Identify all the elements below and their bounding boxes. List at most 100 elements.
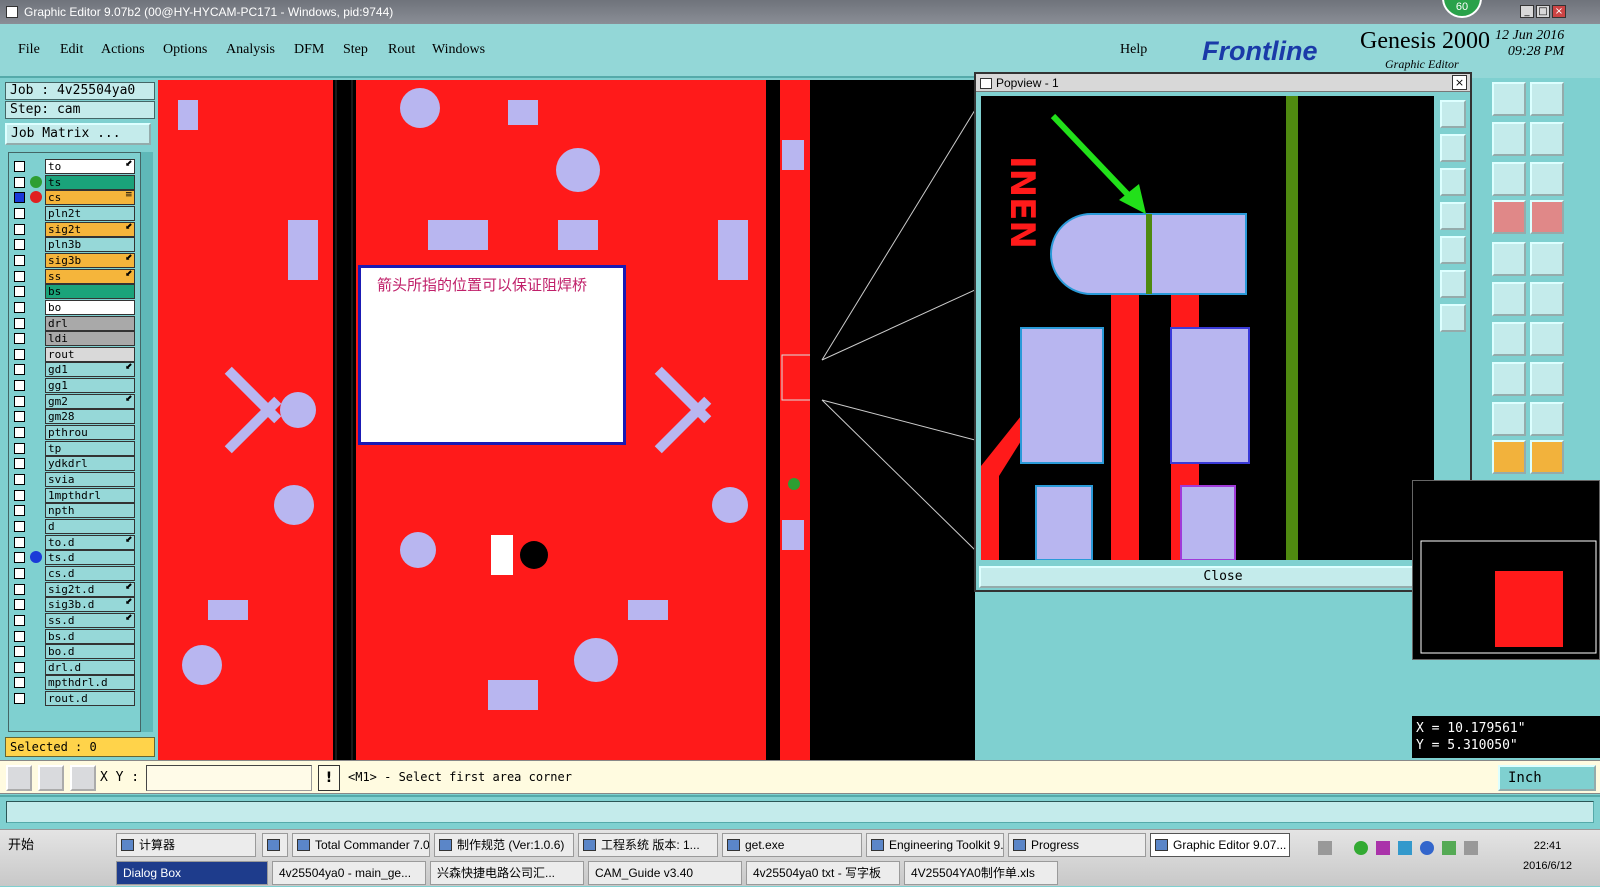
layer-row[interactable]: gd1 ⬋	[9, 362, 145, 378]
layer-row[interactable]: bo.d	[9, 644, 145, 660]
undo-icon[interactable]	[1492, 322, 1526, 356]
layer-row[interactable]: 1mpthdrl	[9, 487, 145, 503]
layer-name[interactable]: pln3b	[45, 237, 135, 253]
layer-name[interactable]: drl	[45, 315, 135, 331]
zoom-area-icon[interactable]	[6, 765, 32, 791]
layer-row[interactable]: sig2t ⬋	[9, 221, 145, 237]
layer-name[interactable]: ldi	[45, 331, 135, 347]
layer-checkbox[interactable]	[14, 552, 25, 564]
layer-name[interactable]: bo	[45, 299, 135, 315]
menu-file[interactable]: File	[18, 42, 40, 58]
popview-zoom-in-icon[interactable]	[1440, 134, 1466, 162]
layer-row[interactable]: cs.d	[9, 565, 145, 581]
line-add-icon[interactable]	[1492, 282, 1526, 316]
tray-volume-icon[interactable]	[1464, 841, 1478, 855]
popview-zoom-out-icon[interactable]	[1440, 168, 1466, 196]
popview-close-icon[interactable]: ×	[1452, 75, 1467, 90]
layer-name[interactable]: pthrou	[45, 425, 135, 441]
popview-zoom-window-icon[interactable]	[1440, 270, 1466, 298]
layer-name[interactable]: ts.d	[45, 550, 135, 566]
start-button[interactable]: 开始	[0, 834, 60, 858]
layer-checkbox[interactable]	[14, 614, 25, 626]
task-engineering-toolkit[interactable]: Engineering Toolkit 9....	[866, 833, 1004, 857]
task-graphic-editor[interactable]: Graphic Editor 9.07...	[1150, 833, 1290, 857]
layer-checkbox[interactable]	[14, 239, 25, 251]
layer-name[interactable]: cs.d	[45, 565, 135, 581]
layer-name[interactable]: bs	[45, 284, 135, 300]
scale-1to2-icon[interactable]	[1492, 162, 1526, 196]
job-matrix-button[interactable]: Job Matrix ...	[5, 123, 151, 145]
select-pointer-icon[interactable]	[1492, 440, 1526, 474]
layer-name[interactable]: bo.d	[45, 644, 135, 660]
help-question-icon[interactable]	[1530, 162, 1564, 196]
layer-name[interactable]: sig2t.d	[45, 581, 135, 597]
line-move-icon[interactable]	[1530, 282, 1564, 316]
layer-checkbox[interactable]	[14, 567, 25, 579]
menu-edit[interactable]: Edit	[60, 42, 83, 58]
menu-help[interactable]: Help	[1120, 42, 1147, 58]
tray-network-icon[interactable]	[1354, 841, 1368, 855]
layer-checkbox[interactable]	[14, 301, 25, 313]
arc-red-icon[interactable]	[1492, 402, 1526, 436]
layer-row[interactable]: ss ⬋	[9, 268, 145, 284]
layer-name[interactable]: ts	[45, 174, 135, 190]
layer-name[interactable]: to.d	[45, 534, 135, 550]
layer-row[interactable]: gm2 ⬋	[9, 393, 145, 409]
layer-row[interactable]: ts.d	[9, 550, 145, 566]
popview-window[interactable]: Popview - 1 × INEN Close	[974, 72, 1472, 592]
measure-icon[interactable]	[1492, 362, 1526, 396]
layer-name[interactable]: sig3b	[45, 252, 135, 268]
layer-row[interactable]: to.d ⬋	[9, 534, 145, 550]
layer-checkbox[interactable]	[14, 286, 25, 298]
tray-x-icon[interactable]	[1376, 841, 1390, 855]
layer-checkbox[interactable]	[14, 176, 25, 188]
layer-row[interactable]: pln3b	[9, 237, 145, 253]
flip-icon[interactable]	[1492, 122, 1526, 156]
task-xingsen[interactable]: 兴森快捷电路公司汇...	[430, 861, 584, 885]
layer-name[interactable]: gm2	[45, 393, 135, 409]
layer-name[interactable]: gd1	[45, 362, 135, 378]
layer-name[interactable]: gg1	[45, 378, 135, 394]
layer-checkbox[interactable]	[14, 427, 25, 439]
layer-name[interactable]: ydkdrl	[45, 456, 135, 472]
window-icon[interactable]	[1530, 82, 1564, 116]
layer-row[interactable]: pthrou	[9, 425, 145, 441]
layer-row[interactable]: drl.d	[9, 659, 145, 675]
layer-checkbox[interactable]	[14, 536, 25, 548]
layer-checkbox[interactable]	[14, 364, 25, 376]
layer-checkbox[interactable]	[14, 520, 25, 532]
layer-checkbox[interactable]	[14, 442, 25, 454]
minimize-button[interactable]: _	[1520, 5, 1534, 18]
grid-icon[interactable]	[70, 765, 96, 791]
layer-checkbox[interactable]	[14, 395, 25, 407]
layer-name[interactable]: sig2t	[45, 221, 135, 237]
layer-row[interactable]: npth	[9, 503, 145, 519]
layer-row[interactable]: cs ≡	[9, 190, 145, 206]
layer-checkbox[interactable]	[14, 677, 25, 689]
layer-checkbox[interactable]	[14, 317, 25, 329]
layer-checkbox[interactable]	[14, 161, 25, 172]
layer-checkbox[interactable]	[14, 458, 25, 470]
menu-step[interactable]: Step	[343, 42, 368, 58]
layer-name[interactable]: bs.d	[45, 628, 135, 644]
units-dropdown[interactable]: Inch	[1498, 765, 1596, 791]
layer-name[interactable]: svia	[45, 472, 135, 487]
layer-name[interactable]: rout.d	[45, 691, 135, 707]
measure-angle-icon[interactable]	[38, 765, 64, 791]
task-engineering-system[interactable]: 工程系统 版本: 1...	[578, 833, 718, 857]
popview-redraw-icon[interactable]	[1440, 236, 1466, 264]
task-calculator[interactable]: 计算器	[116, 833, 256, 857]
layer-checkbox[interactable]	[14, 474, 25, 485]
layer-row[interactable]: rout.d	[9, 691, 145, 707]
layer-list-scrollbar[interactable]	[140, 152, 153, 732]
layer-name[interactable]: rout	[45, 346, 135, 362]
task-main-ge[interactable]: 4v25504ya0 - main_ge...	[272, 861, 426, 885]
overview-minimap[interactable]	[1412, 480, 1600, 660]
layer-row[interactable]: to ⬋	[9, 159, 145, 174]
alert-button[interactable]: !	[318, 765, 340, 791]
layer-row[interactable]: sig2t.d ⬋	[9, 581, 145, 597]
menu-rout[interactable]: Rout	[388, 42, 415, 58]
layer-name[interactable]: pln2t	[45, 205, 135, 221]
task-cam-guide[interactable]: CAM_Guide v3.40	[588, 861, 742, 885]
layer-name[interactable]: d	[45, 518, 135, 534]
